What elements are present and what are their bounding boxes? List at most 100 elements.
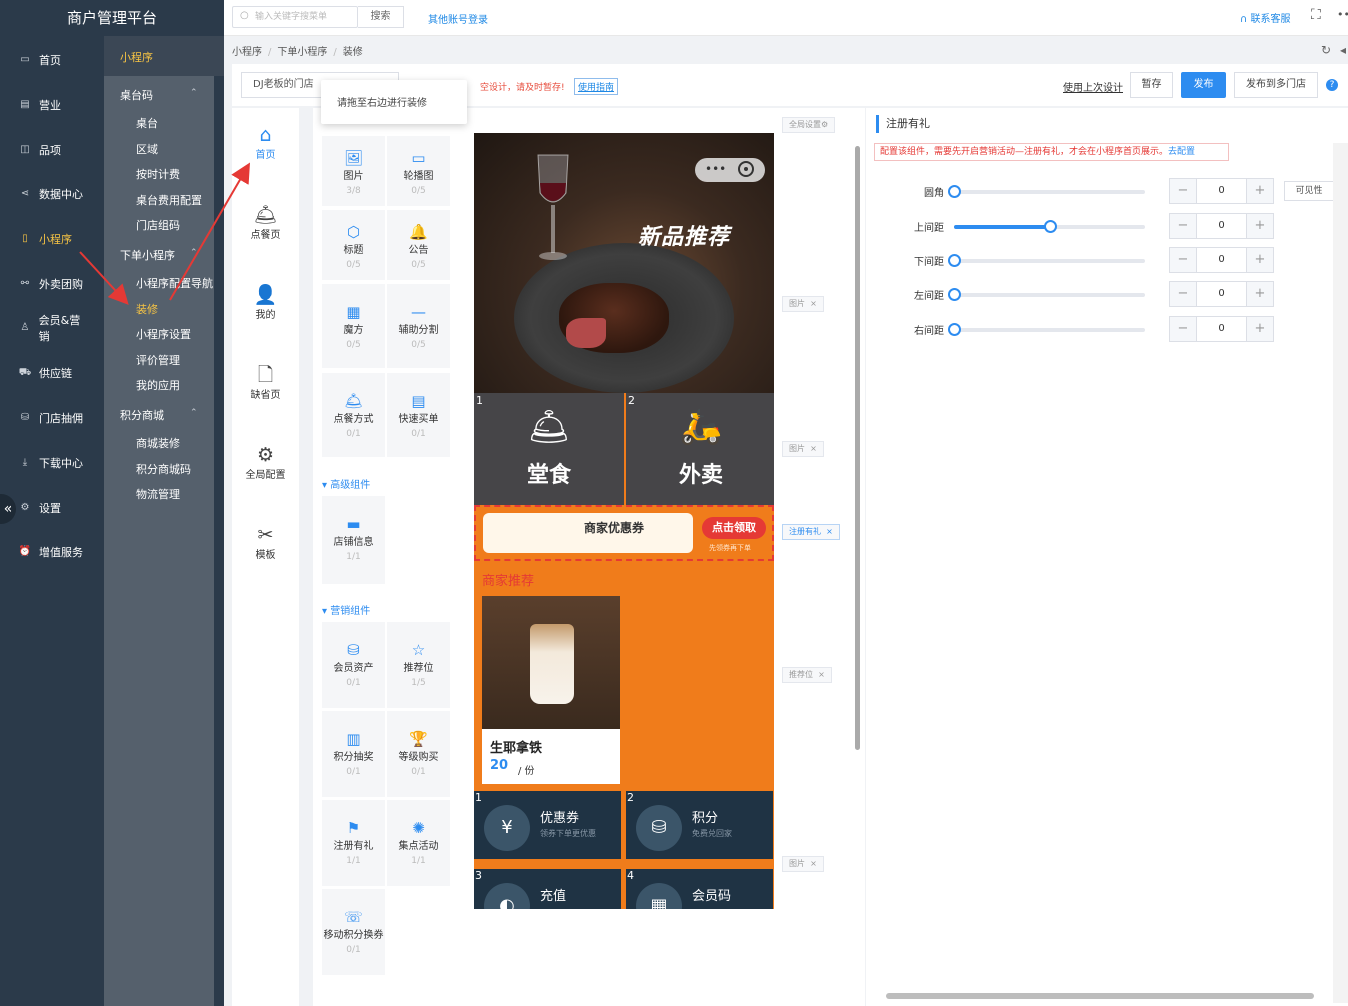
component-item[interactable]: ⛁ 会员资产 0/1 xyxy=(322,622,385,708)
close-icon[interactable]: × xyxy=(810,444,817,453)
page-tab[interactable]: ⌂ 首页 xyxy=(232,124,299,161)
subnav-item[interactable]: 小程序设置 xyxy=(136,326,191,342)
subnav-item[interactable]: 小程序配置导航 xyxy=(136,275,213,291)
subnav-group[interactable]: 积分商城 xyxy=(120,407,164,423)
refresh-icon[interactable]: ↻ xyxy=(1321,43,1331,57)
plus-button[interactable]: + xyxy=(1246,214,1273,238)
minus-button[interactable]: − xyxy=(1170,282,1197,306)
use-last-design-link[interactable]: 使用上次设计 xyxy=(1063,79,1123,94)
component-tag-image[interactable]: 图片 × xyxy=(782,441,824,457)
subnav-item[interactable]: 商城装修 xyxy=(136,435,180,451)
nav-item[interactable]: ▤ 营业 xyxy=(0,95,90,115)
page-tab[interactable]: ✂ 模板 xyxy=(232,524,299,561)
visibility-button[interactable]: 可见性 xyxy=(1284,181,1334,201)
slider-handle[interactable] xyxy=(948,323,961,336)
minus-button[interactable]: − xyxy=(1170,317,1197,341)
breadcrumb-item[interactable]: 小程序 xyxy=(232,47,262,58)
component-item[interactable]: 🖼 图片 3/8 xyxy=(322,136,385,206)
component-item[interactable]: ▦ 魔方 0/5 xyxy=(322,284,385,368)
chevron-up-icon[interactable]: ⌃ xyxy=(190,248,198,258)
other-login-link[interactable]: 其他账号登录 xyxy=(428,11,488,26)
subnav-item[interactable]: 门店组码 xyxy=(136,217,180,233)
nav-item[interactable]: ⋖ 数据中心 xyxy=(0,184,90,204)
close-icon[interactable]: × xyxy=(810,299,817,308)
search-button[interactable]: 搜索 xyxy=(358,6,404,28)
entry-tile[interactable]: 3 ◐ 充值 xyxy=(474,869,621,909)
nav-item[interactable]: ⤓ 下载中心 xyxy=(0,453,90,473)
close-icon[interactable]: × xyxy=(810,859,817,868)
fullscreen-icon[interactable]: ⛶ xyxy=(1311,7,1321,23)
plus-button[interactable]: + xyxy=(1246,282,1273,306)
stepper-value[interactable]: 0 xyxy=(1197,248,1246,272)
advanced-section-title[interactable]: ▾ 高级组件 xyxy=(322,476,370,491)
setting-slider[interactable] xyxy=(948,323,1145,336)
page-tab[interactable]: 🗋 缺省页 xyxy=(232,364,299,401)
minus-button[interactable]: − xyxy=(1170,214,1197,238)
subnav-group[interactable]: 桌台码 xyxy=(120,87,153,103)
setting-slider[interactable] xyxy=(948,288,1145,301)
stepper-value[interactable]: 0 xyxy=(1197,282,1246,306)
guide-link[interactable]: 使用指南 xyxy=(574,78,619,95)
slider-handle[interactable] xyxy=(1043,220,1057,233)
save-draft-button[interactable]: 暂存 xyxy=(1130,72,1173,98)
product-card[interactable]: 生耶拿铁 20 / 份 xyxy=(482,596,620,784)
component-item[interactable]: ▥ 积分抽奖 0/1 xyxy=(322,711,385,797)
configure-link[interactable]: 去配置 xyxy=(1168,147,1195,157)
setting-slider[interactable] xyxy=(954,220,1145,233)
contact-support-link[interactable]: ∩ 联系客服 xyxy=(1240,10,1291,25)
canvas-scrollbar[interactable] xyxy=(855,146,860,750)
slider-handle[interactable] xyxy=(948,288,961,301)
slider-handle[interactable] xyxy=(948,254,961,267)
order-mode-tile[interactable]: 1 🛎 堂食 xyxy=(474,393,624,506)
nav-item[interactable]: ⛟ 供应链 xyxy=(0,363,90,383)
help-icon[interactable]: ? xyxy=(1326,79,1338,91)
nav-item[interactable]: ▯ 小程序 xyxy=(0,229,90,249)
entry-tile[interactable]: 4 ▦ 会员码 xyxy=(626,869,773,909)
component-item[interactable]: — 辅助分割 0/5 xyxy=(387,284,450,368)
page-tab[interactable]: 🛎 点餐页 xyxy=(232,204,299,241)
component-item[interactable]: ✺ 集点活动 1/1 xyxy=(387,800,450,886)
component-item[interactable]: ⚑ 注册有礼 1/1 xyxy=(322,800,385,886)
setting-stepper[interactable]: −0 + xyxy=(1169,247,1274,273)
setting-slider[interactable] xyxy=(948,185,1145,198)
chevron-up-icon[interactable]: ⌃ xyxy=(190,408,198,418)
component-item[interactable]: ▤ 快速买单 0/1 xyxy=(387,373,450,457)
component-item[interactable]: ⬡ 标题 0/5 xyxy=(322,210,385,280)
subnav-item[interactable]: 物流管理 xyxy=(136,486,180,502)
subnav-item[interactable]: 评价管理 xyxy=(136,352,180,368)
subnav-item[interactable]: 积分商城码 xyxy=(136,461,191,477)
panel-scroll-track[interactable] xyxy=(1333,143,1348,1003)
more-icon[interactable]: •• xyxy=(1337,8,1348,21)
component-item[interactable]: 🛎 点餐方式 0/1 xyxy=(322,373,385,457)
minus-button[interactable]: − xyxy=(1170,179,1197,203)
claim-coupon-button[interactable]: 点击领取 xyxy=(702,517,766,539)
stepper-value[interactable]: 0 xyxy=(1197,317,1246,341)
global-settings-tag[interactable]: 全局设置⚙ xyxy=(782,117,836,133)
component-tag-image[interactable]: 图片 × xyxy=(782,296,824,312)
plus-button[interactable]: + xyxy=(1246,248,1273,272)
plus-button[interactable]: + xyxy=(1246,179,1273,203)
breadcrumb-item[interactable]: 下单小程序 xyxy=(277,47,327,58)
component-tag-recommend[interactable]: 推荐位 × xyxy=(782,667,832,683)
stepper-value[interactable]: 0 xyxy=(1197,179,1246,203)
component-item[interactable]: 🏆 等级购买 0/1 xyxy=(387,711,450,797)
entry-tile[interactable]: 2 ⛁ 积分 免费兑回家 xyxy=(626,791,773,859)
minus-button[interactable]: − xyxy=(1170,248,1197,272)
pin-icon[interactable]: ◂ xyxy=(1340,43,1346,57)
coupon-banner[interactable]: 商家优惠券 点击领取 先领券再下单 xyxy=(474,505,774,561)
slider-handle[interactable] xyxy=(948,185,961,198)
order-mode-tile[interactable]: 2 🛵 外卖 xyxy=(626,393,774,506)
page-tab[interactable]: ⚙ 全局配置 xyxy=(232,444,299,481)
publish-button[interactable]: 发布 xyxy=(1181,72,1226,98)
subnav-item[interactable]: 我的应用 xyxy=(136,377,180,393)
nav-item[interactable]: ⚯ 外卖团购 xyxy=(0,274,90,294)
component-item[interactable]: 🔔 公告 0/5 xyxy=(387,210,450,280)
nav-item[interactable]: ◫ 品项 xyxy=(0,140,90,160)
nav-item[interactable]: ♙ 会员&营销 xyxy=(0,314,90,343)
setting-slider[interactable] xyxy=(948,254,1145,267)
publish-multi-store-button[interactable]: 发布到多门店 xyxy=(1234,72,1318,98)
stepper-value[interactable]: 0 xyxy=(1197,214,1246,238)
subnav-item[interactable]: 按时计费 xyxy=(136,166,180,182)
chevron-up-icon[interactable]: ⌃ xyxy=(190,88,198,98)
page-tab[interactable]: 👤 我的 xyxy=(232,284,299,321)
